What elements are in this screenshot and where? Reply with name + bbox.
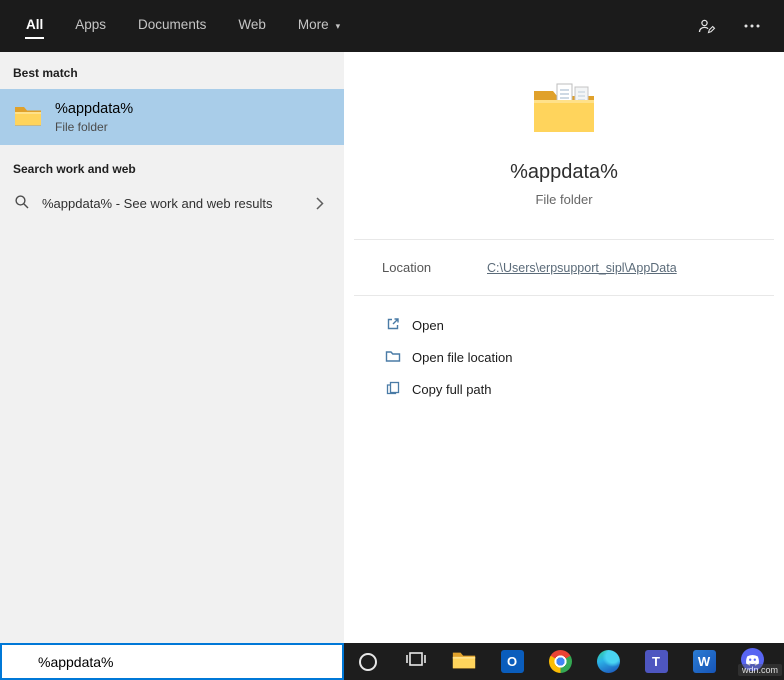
action-list: Open Open file location Copy full pat: [344, 296, 784, 418]
tab-more-label: More: [297, 13, 330, 39]
open-file-location-action-label: Open file location: [412, 350, 512, 365]
location-label: Location: [382, 260, 487, 275]
result-subtitle: File folder: [55, 120, 133, 134]
copy-full-path-action-label: Copy full path: [412, 382, 492, 397]
chevron-right-icon[interactable]: [316, 197, 330, 210]
open-action[interactable]: Open: [344, 309, 784, 341]
web-search-suggestion-label: %appdata% - See work and web results: [42, 196, 304, 211]
result-title: %appdata%: [55, 101, 133, 117]
copy-icon: [385, 380, 401, 399]
web-search-suggestion[interactable]: %appdata% - See work and web results: [0, 185, 344, 221]
watermark: wdn.com: [738, 664, 782, 676]
feedback-icon[interactable]: [696, 16, 716, 36]
search-header: All Apps Documents Web More ▾: [0, 0, 784, 52]
tab-all-label: All: [25, 13, 44, 39]
edge-icon: [597, 650, 620, 673]
tab-all[interactable]: All: [25, 0, 44, 52]
search-filter-tabs: All Apps Documents Web More ▾: [0, 0, 370, 52]
task-view-icon: [405, 648, 427, 675]
open-icon: [385, 316, 401, 335]
file-explorer-icon: [452, 650, 476, 674]
tab-web-label: Web: [237, 13, 267, 39]
header-icon-group: [696, 0, 784, 52]
best-match-heading: Best match: [0, 52, 344, 89]
preview-head: %appdata% File folder: [344, 52, 784, 207]
taskbar-file-explorer-button[interactable]: [440, 643, 488, 680]
outlook-icon: O: [501, 650, 524, 673]
taskbar: O T W: [344, 643, 784, 680]
folder-icon: [14, 104, 42, 131]
taskbar-edge-button[interactable]: [584, 643, 632, 680]
dropdown-caret-icon: ▾: [336, 21, 341, 32]
tab-more[interactable]: More ▾: [297, 0, 340, 52]
preview-title: %appdata%: [344, 161, 784, 184]
preview-panel: %appdata% File folder Location C:\Users\…: [344, 52, 784, 643]
tab-apps[interactable]: Apps: [74, 0, 107, 52]
result-text: %appdata% File folder: [55, 101, 133, 134]
preview-subtitle: File folder: [344, 192, 784, 207]
location-link[interactable]: C:\Users\erpsupport_sipl\AppData: [487, 261, 677, 275]
taskbar-teams-button[interactable]: T: [632, 643, 680, 680]
best-match-result[interactable]: %appdata% File folder: [0, 89, 344, 145]
taskbar-outlook-button[interactable]: O: [488, 643, 536, 680]
location-row: Location C:\Users\erpsupport_sipl\AppDat…: [344, 240, 784, 295]
folder-preview-icon: [532, 82, 596, 134]
taskbar-task-view-button[interactable]: [392, 643, 440, 680]
tab-documents-label: Documents: [137, 13, 207, 39]
tab-documents[interactable]: Documents: [137, 0, 207, 52]
open-file-location-action[interactable]: Open file location: [344, 341, 784, 373]
chrome-icon: [549, 650, 572, 673]
tab-apps-label: Apps: [74, 13, 107, 39]
taskbar-cortana-button[interactable]: [344, 643, 392, 680]
open-file-location-icon: [385, 348, 401, 367]
search-web-heading: Search work and web: [0, 145, 344, 185]
teams-icon: T: [645, 650, 668, 673]
copy-full-path-action[interactable]: Copy full path: [344, 373, 784, 405]
taskbar-chrome-button[interactable]: [536, 643, 584, 680]
tab-web[interactable]: Web: [237, 0, 267, 52]
results-panel: Best match %appdata% File folder Search …: [0, 52, 344, 643]
search-input[interactable]: [0, 643, 344, 680]
word-icon: W: [693, 650, 716, 673]
search-icon: [14, 194, 30, 213]
more-options-icon[interactable]: [742, 16, 762, 36]
cortana-icon: [359, 653, 377, 671]
windows-search-flyout: All Apps Documents Web More ▾: [0, 0, 784, 680]
open-action-label: Open: [412, 318, 444, 333]
taskbar-word-button[interactable]: W: [680, 643, 728, 680]
